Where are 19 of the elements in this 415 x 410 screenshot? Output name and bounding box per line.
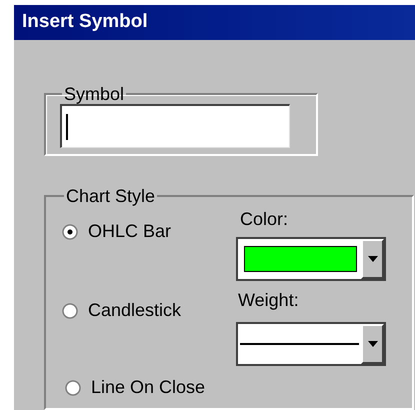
input-field[interactable]	[60, 104, 290, 148]
weight-label: Weight:	[238, 289, 300, 312]
weight-dropdown[interactable]	[236, 322, 386, 366]
dropdown-button[interactable]	[361, 239, 384, 280]
dropdown-button[interactable]	[361, 324, 384, 364]
caret-icon	[368, 256, 378, 262]
group-label: Chart Style	[65, 186, 156, 206]
color-dropdown[interactable]	[236, 237, 386, 282]
radio-circle[interactable]	[62, 224, 78, 240]
color-label: Color:	[240, 208, 290, 232]
radio-circle[interactable]	[65, 380, 81, 396]
text-cursor	[66, 114, 68, 140]
radio-button[interactable]: OHLC Bar	[62, 218, 236, 246]
window-title: Insert Symbol	[22, 10, 148, 34]
radio-button[interactable]: Line On Close	[65, 374, 236, 402]
caret-icon	[368, 341, 378, 348]
group-label: Symbol	[63, 84, 126, 104]
radio-circle[interactable]	[62, 302, 78, 319]
radio-button[interactable]: Candlestick	[62, 297, 236, 324]
